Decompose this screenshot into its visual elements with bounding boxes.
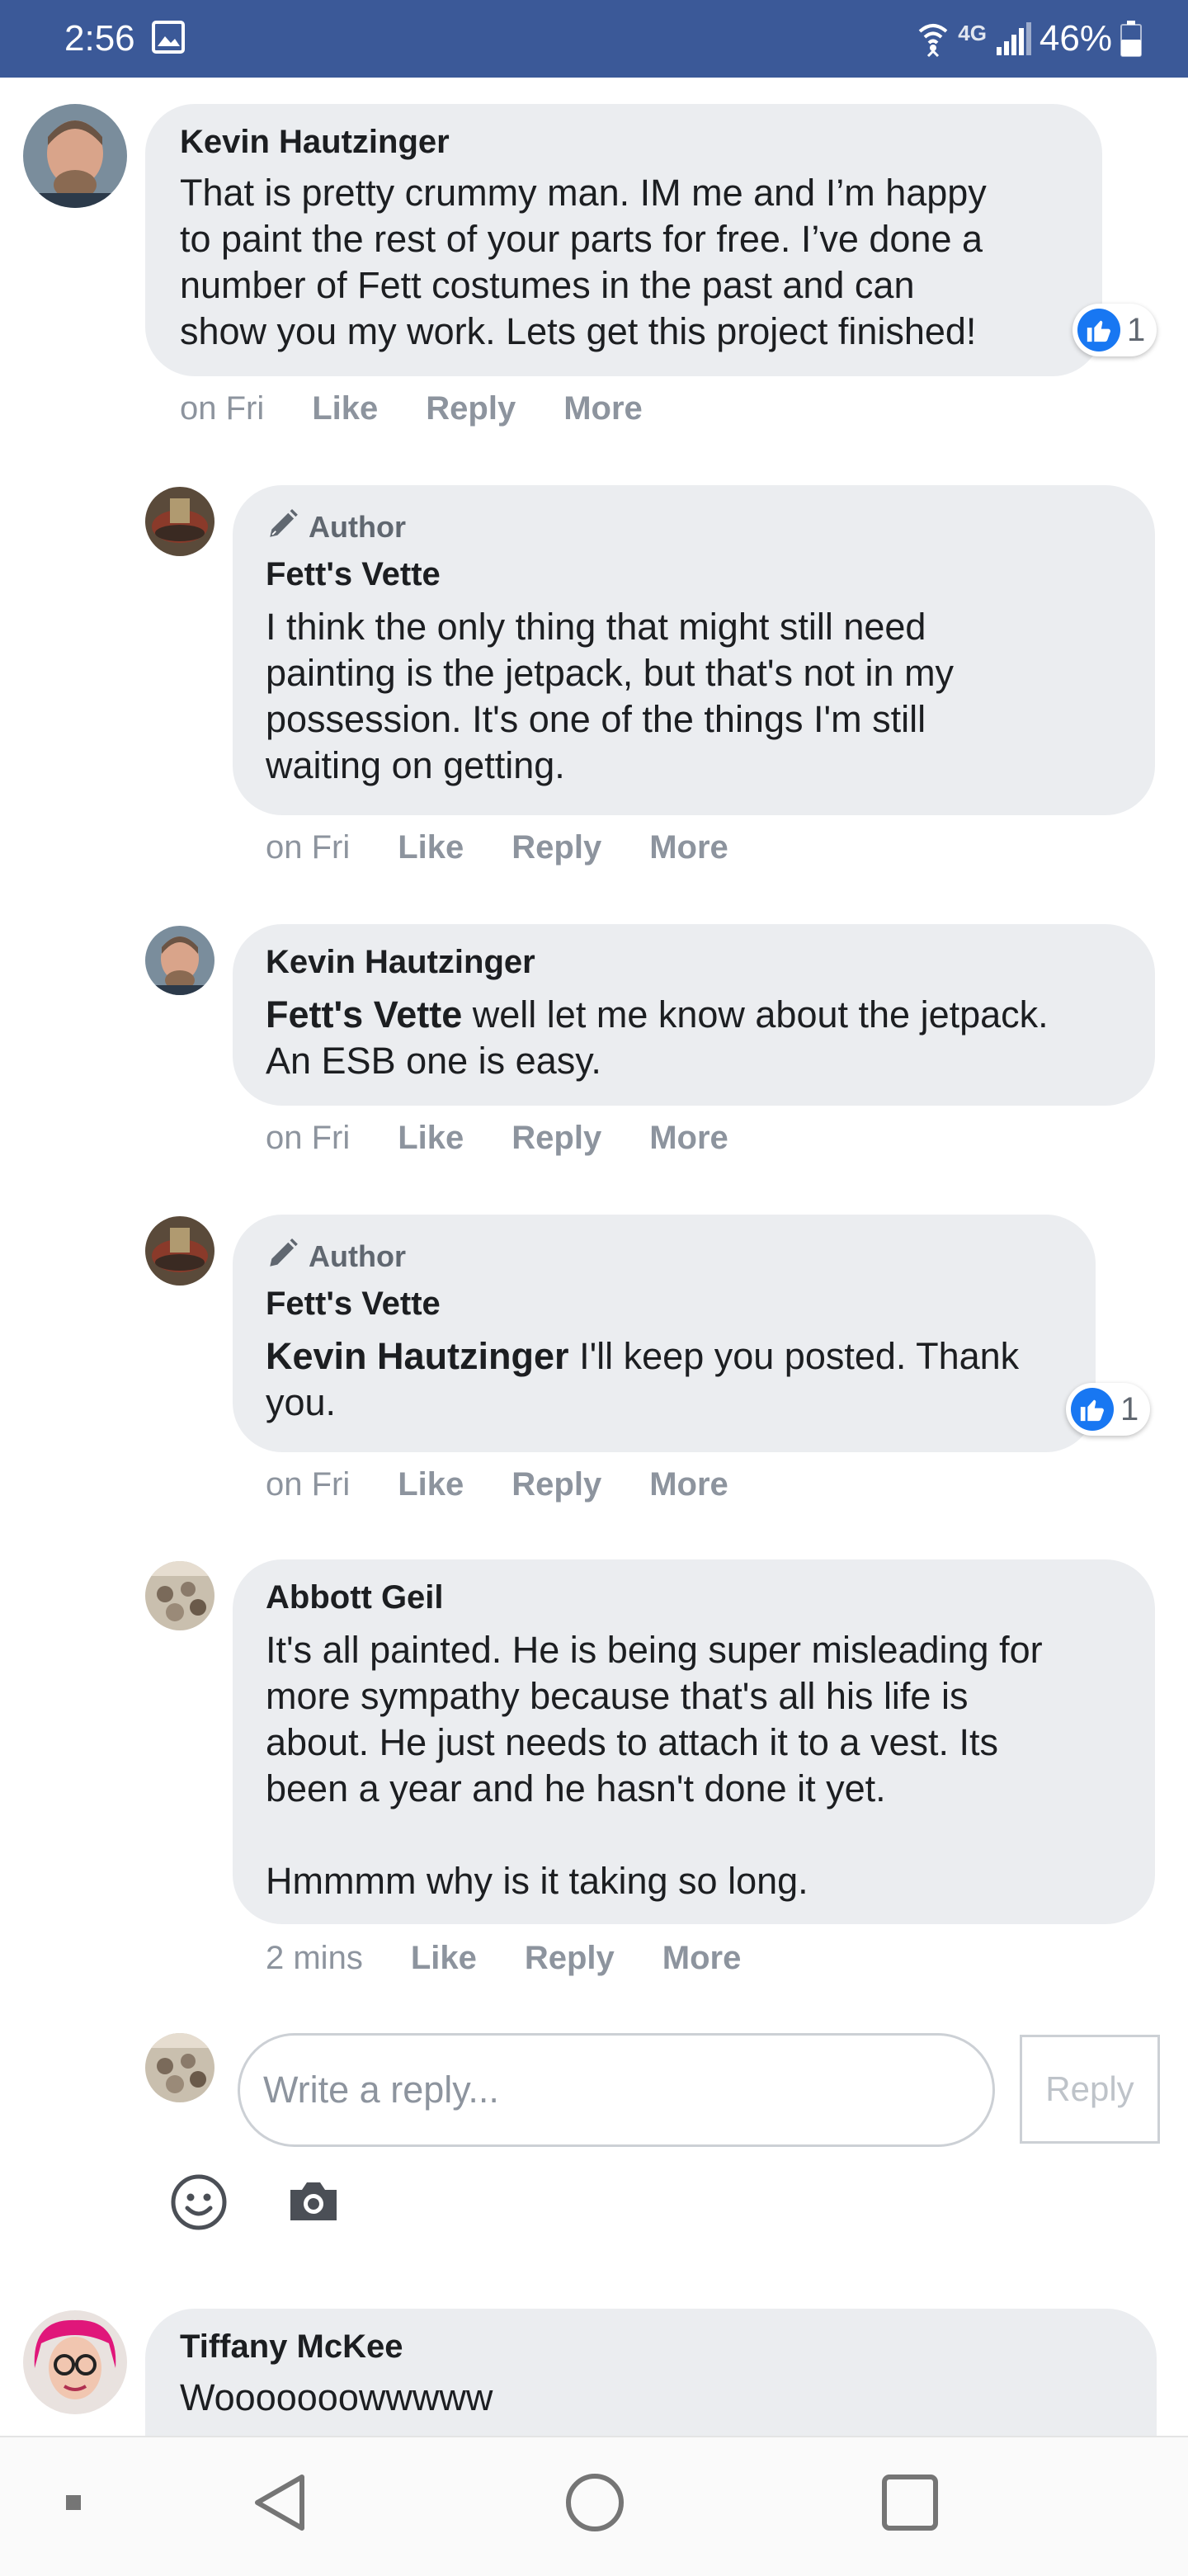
battery-level: 46% <box>1039 18 1112 59</box>
comment-text: Kevin Hautzinger I'll keep you posted. T… <box>266 1333 1096 1426</box>
avatar-fetts-vette[interactable] <box>145 487 214 556</box>
avatar-fetts-vette[interactable] <box>145 1216 214 1286</box>
commenter-name[interactable]: Kevin Hautzinger <box>266 942 1155 982</box>
commenter-name[interactable]: Kevin Hautzinger <box>180 122 1102 162</box>
like-button[interactable]: Like <box>312 390 378 427</box>
comment-actions: on Fri Like Reply More <box>266 1462 776 1507</box>
reply-button[interactable]: Reply <box>426 390 516 427</box>
commenter-name[interactable]: Fett's Vette <box>266 1284 1096 1323</box>
network-type: 4G <box>958 20 987 45</box>
navigation-bar <box>0 2436 1188 2576</box>
more-button[interactable]: More <box>649 1466 728 1503</box>
pencil-icon <box>266 507 300 549</box>
like-button[interactable]: Like <box>398 1120 464 1157</box>
reply-button[interactable]: Reply <box>512 1120 601 1157</box>
reaction-number: 1 <box>1127 311 1146 348</box>
reply-button[interactable]: Reply <box>512 1466 601 1503</box>
comment-bubble: Abbott Geil It's all painted. He is bein… <box>233 1559 1155 1924</box>
like-reaction-icon <box>1077 309 1120 351</box>
like-button[interactable]: Like <box>398 829 464 866</box>
reply-button[interactable]: Reply <box>512 829 601 866</box>
more-button[interactable]: More <box>662 1940 742 1977</box>
status-bar: 2:56 4G 46% <box>0 0 1188 78</box>
author-label: Author <box>309 510 406 544</box>
like-button[interactable]: Like <box>398 1466 464 1503</box>
commenter-name[interactable]: Fett's Vette <box>266 554 1155 594</box>
comment-bubble: Kevin Hautzinger Fett's Vette well let m… <box>233 924 1155 1106</box>
signal-icon <box>995 22 1031 55</box>
comment-time: on Fri <box>266 1119 351 1156</box>
reply-placeholder: Write a reply... <box>263 2069 499 2111</box>
status-time: 2:56 <box>64 18 135 59</box>
pencil-icon <box>266 1236 300 1278</box>
avatar-current-user <box>145 2033 214 2102</box>
author-badge: Author <box>266 508 1155 546</box>
reply-input[interactable]: Write a reply... <box>238 2033 995 2147</box>
comment-text: That is pretty crummy man. IM me and I’m… <box>180 172 987 352</box>
commenter-name[interactable]: Abbott Geil <box>266 1578 1155 1617</box>
comment-actions: on Fri Like Reply More <box>180 386 691 431</box>
comment-actions: on Fri Like Reply More <box>266 1116 776 1160</box>
back-icon[interactable] <box>251 2472 309 2533</box>
comment-bubble: Author Fett's Vette Kevin Hautzinger I'l… <box>233 1215 1096 1452</box>
gallery-icon <box>151 20 186 54</box>
reaction-number: 1 <box>1120 1390 1139 1427</box>
comment-text: Fett's Vette well let me know about the … <box>266 992 1155 1084</box>
reaction-count[interactable]: 1 <box>1072 304 1157 356</box>
overview-icon[interactable] <box>881 2474 939 2531</box>
more-button[interactable]: More <box>649 1120 728 1157</box>
mention-link[interactable]: Fett's Vette <box>266 993 462 1036</box>
comment-actions: 2 mins Like Reply More <box>266 1936 789 1980</box>
comment-bubble: Author Fett's Vette I think the only thi… <box>233 485 1155 815</box>
recent-dot-icon[interactable] <box>64 2493 82 2512</box>
comment-time: on Fri <box>266 1465 351 1503</box>
avatar-abbott[interactable] <box>145 1561 214 1630</box>
comment-text: It's all painted. He is being super misl… <box>266 1629 1043 1902</box>
camera-icon[interactable] <box>287 2180 340 2223</box>
avatar-tiffany[interactable] <box>23 2310 127 2414</box>
comment-time: 2 mins <box>266 1939 363 1976</box>
reaction-count[interactable]: 1 <box>1066 1383 1151 1436</box>
home-icon[interactable] <box>564 2472 625 2533</box>
comment-actions: on Fri Like Reply More <box>266 825 776 870</box>
comment-text: I think the only thing that might still … <box>266 606 955 786</box>
author-label: Author <box>309 1239 406 1273</box>
mention-link[interactable]: Kevin Hautzinger <box>266 1335 569 1377</box>
comment-bubble: Kevin Hautzinger That is pretty crummy m… <box>145 104 1102 376</box>
comment-time: on Fri <box>180 389 265 427</box>
like-reaction-icon <box>1071 1388 1114 1431</box>
like-button[interactable]: Like <box>411 1940 477 1977</box>
avatar-kevin[interactable] <box>145 926 214 995</box>
author-badge: Author <box>266 1238 1096 1276</box>
comment-time: on Fri <box>266 828 351 866</box>
battery-icon <box>1120 21 1142 57</box>
more-button[interactable]: More <box>563 390 643 427</box>
more-button[interactable]: More <box>649 829 728 866</box>
avatar-kevin[interactable] <box>23 104 127 208</box>
commenter-name[interactable]: Tiffany McKee <box>180 2327 1157 2366</box>
reply-button[interactable]: Reply <box>525 1940 615 1977</box>
reply-submit-button[interactable]: Reply <box>1020 2035 1160 2144</box>
status-right: 4G 46% <box>917 15 1142 63</box>
comment-text: Wooooooowwwww <box>180 2376 493 2418</box>
emoji-icon[interactable] <box>170 2173 228 2231</box>
wifi-icon <box>917 20 950 58</box>
